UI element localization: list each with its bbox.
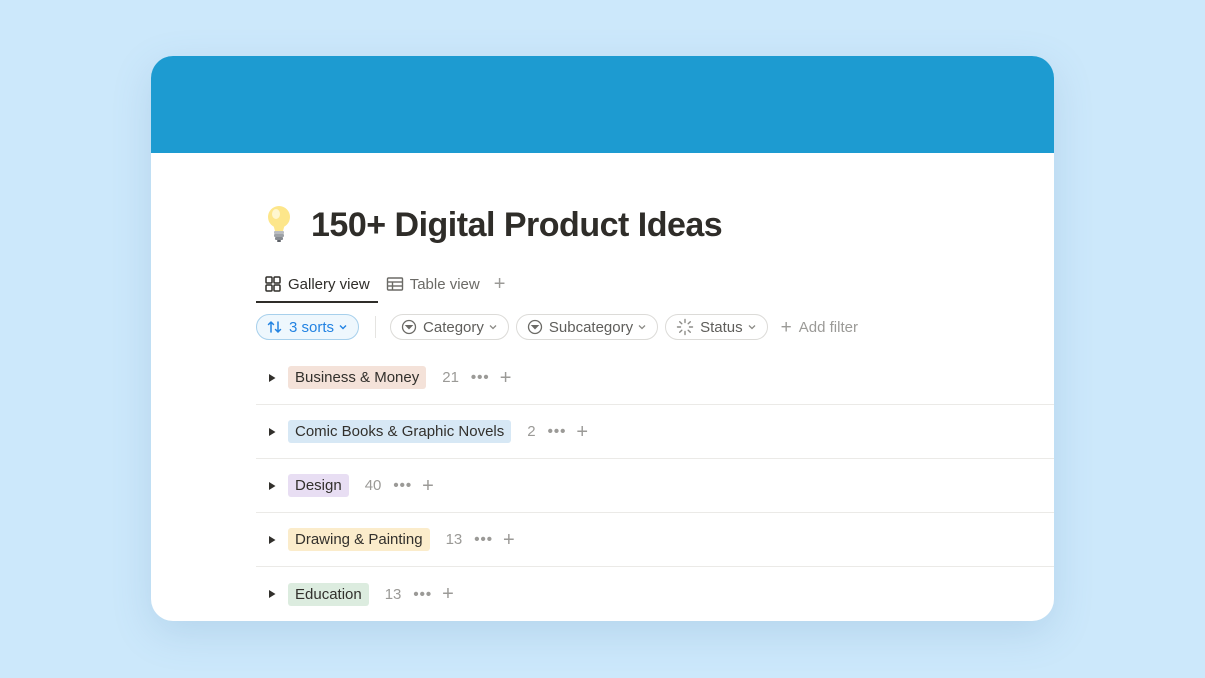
gallery-icon xyxy=(265,276,281,292)
group-row-comic-books: Comic Books & Graphic Novels 2 ••• + xyxy=(256,405,1054,459)
tab-gallery-label: Gallery view xyxy=(288,275,370,293)
sorts-button[interactable]: 3 sorts xyxy=(256,314,360,340)
more-options-icon[interactable]: ••• xyxy=(413,586,432,603)
group-row-design: Design 40 ••• + xyxy=(256,459,1054,513)
status-filter[interactable]: Status xyxy=(665,314,768,340)
group-list: Business & Money 21 ••• + Comic Books & … xyxy=(256,351,1054,621)
toggle-triangle-icon[interactable] xyxy=(265,425,279,439)
tab-table-view[interactable]: Table view xyxy=(378,267,488,301)
group-count: 40 xyxy=(364,477,382,494)
subcategory-filter[interactable]: Subcategory xyxy=(515,314,659,340)
more-options-icon[interactable]: ••• xyxy=(548,423,567,440)
add-view-icon[interactable]: + xyxy=(494,274,506,294)
toggle-triangle-icon[interactable] xyxy=(265,533,279,547)
toggle-triangle-icon[interactable] xyxy=(265,587,279,601)
add-item-icon[interactable]: + xyxy=(503,530,515,550)
more-options-icon[interactable]: ••• xyxy=(471,369,490,386)
add-item-icon[interactable]: + xyxy=(442,584,454,604)
page-title: 150+ Digital Product Ideas xyxy=(311,205,723,244)
title-row: 150+ Digital Product Ideas xyxy=(264,205,723,245)
group-count: 13 xyxy=(445,531,463,548)
tab-table-label: Table view xyxy=(409,275,480,293)
add-item-icon[interactable]: + xyxy=(422,476,434,496)
group-count: 2 xyxy=(527,423,536,440)
plus-icon: + xyxy=(780,316,792,338)
add-filter-label: Add filter xyxy=(798,318,858,336)
select-circle-icon xyxy=(401,319,417,335)
chevron-down-icon xyxy=(638,325,646,330)
more-options-icon[interactable]: ••• xyxy=(474,531,493,548)
add-item-icon[interactable]: + xyxy=(500,368,512,388)
sorts-label: 3 sorts xyxy=(289,318,335,336)
table-icon xyxy=(386,277,403,291)
chevron-down-icon xyxy=(339,325,347,330)
group-tag[interactable]: Design xyxy=(288,474,349,497)
tab-gallery-view[interactable]: Gallery view xyxy=(256,267,378,303)
page-card: 150+ Digital Product Ideas Gallery view xyxy=(151,56,1054,621)
more-options-icon[interactable]: ••• xyxy=(393,477,412,494)
page-content: 150+ Digital Product Ideas Gallery view xyxy=(256,153,1054,621)
sort-arrows-icon xyxy=(267,320,282,334)
group-count: 13 xyxy=(384,585,402,603)
category-filter[interactable]: Category xyxy=(390,314,509,340)
status-filter-label: Status xyxy=(700,318,743,336)
add-filter-button[interactable]: + Add filter xyxy=(781,318,858,337)
subcategory-filter-label: Subcategory xyxy=(548,318,634,336)
select-circle-icon xyxy=(527,319,543,335)
status-spinner-icon xyxy=(676,318,694,336)
chevron-down-icon xyxy=(748,325,756,330)
view-tabs: Gallery view Table view + xyxy=(256,267,506,303)
page-cover[interactable] xyxy=(151,56,1054,153)
add-item-icon[interactable]: + xyxy=(576,422,588,442)
group-tag[interactable]: Comic Books & Graphic Novels xyxy=(288,420,512,443)
group-tag[interactable]: Business & Money xyxy=(288,366,427,389)
group-tag[interactable]: Drawing & Painting xyxy=(288,528,430,551)
lightbulb-icon[interactable] xyxy=(264,205,294,245)
group-row-business-money: Business & Money 21 ••• + xyxy=(256,351,1054,405)
group-tag[interactable]: Education xyxy=(288,582,369,606)
toggle-triangle-icon[interactable] xyxy=(265,479,279,493)
group-row-drawing-painting: Drawing & Painting 13 ••• + xyxy=(256,513,1054,567)
toggle-triangle-icon[interactable] xyxy=(265,371,279,385)
category-filter-label: Category xyxy=(423,318,484,336)
group-count: 21 xyxy=(442,369,459,386)
chevron-down-icon xyxy=(489,325,497,330)
filter-bar: 3 sorts Category Subcategory Status + Ad… xyxy=(256,314,858,340)
filter-divider xyxy=(375,316,377,338)
group-row-education: Education 13 ••• + xyxy=(256,567,1054,621)
